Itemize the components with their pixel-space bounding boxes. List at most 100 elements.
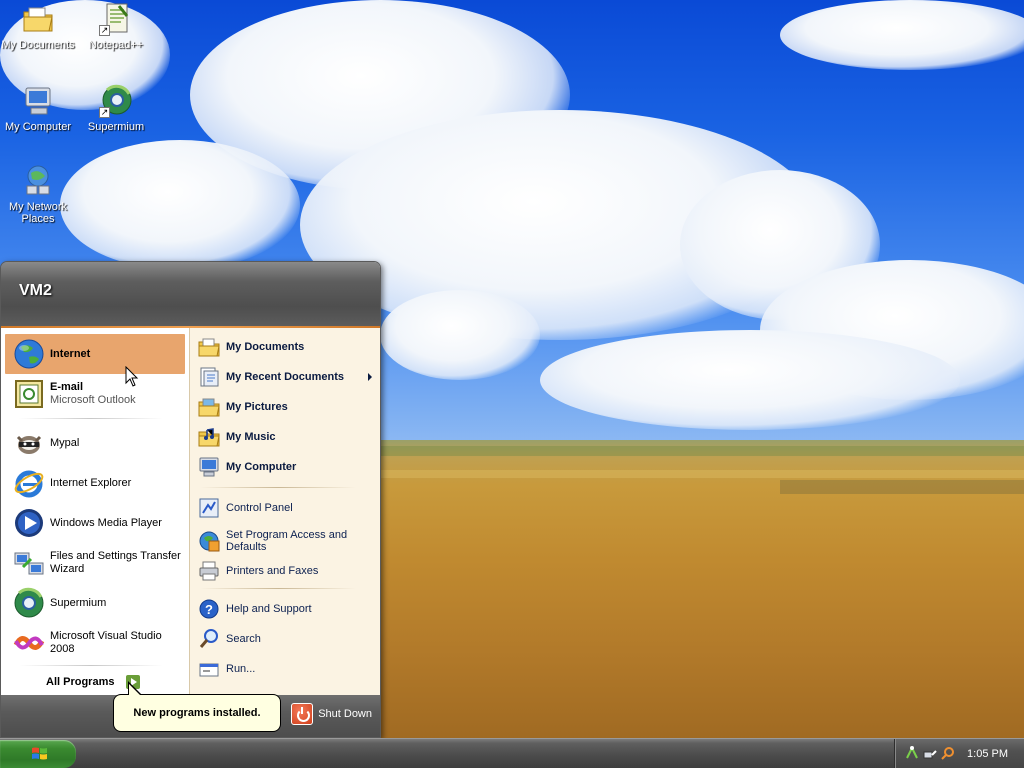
desktop-icon-supermium[interactable]: ↗ Supermium [78, 84, 154, 133]
supermium-icon: ↗ [99, 84, 133, 118]
place-label: Run... [226, 663, 256, 675]
music-folder-icon [198, 426, 220, 448]
all-programs-label: All Programs [46, 676, 115, 688]
internet-explorer-icon [13, 467, 45, 499]
desktop-icon-my-documents[interactable]: My Documents [0, 2, 76, 51]
start-item-label: E-mail [50, 381, 84, 393]
submenu-arrow-icon [368, 373, 372, 381]
desktop-icon-label: Notepad++ [88, 39, 144, 51]
taskbar: 1:05 PM [0, 738, 1024, 768]
wallpaper-field-stripe [780, 480, 1024, 494]
run-icon [198, 658, 220, 680]
start-item-visual-studio[interactable]: Microsoft Visual Studio 2008 [5, 623, 185, 663]
start-item-label: Internet [50, 347, 91, 360]
internet-globe-icon [13, 338, 45, 370]
help-icon: ? [198, 598, 220, 620]
visual-studio-icon [13, 627, 45, 659]
place-label: My Documents [226, 341, 305, 353]
place-label: My Pictures [226, 401, 288, 413]
desktop-icon-label: Supermium [87, 121, 145, 133]
folder-icon [198, 336, 220, 358]
computer-icon [198, 456, 220, 478]
start-place-printers[interactable]: Printers and Faxes [190, 559, 380, 583]
start-item-label: Files and Settings Transfer Wizard [50, 550, 181, 575]
place-label: Search [226, 633, 261, 645]
start-item-label: Internet Explorer [50, 476, 132, 489]
start-place-my-pictures[interactable]: My Pictures [190, 392, 380, 422]
start-place-my-computer[interactable]: My Computer [190, 452, 380, 482]
network-icon[interactable] [905, 745, 919, 760]
new-programs-balloon[interactable]: New programs installed. [113, 694, 281, 732]
start-menu: VM2 Internet E-mail Microsoft Outlook My… [0, 261, 381, 738]
wallpaper-cloud [380, 290, 540, 380]
place-label: Control Panel [226, 502, 293, 514]
svg-text:?: ? [205, 602, 213, 617]
start-item-label: Supermium [50, 596, 107, 609]
search-tray-icon[interactable] [941, 746, 955, 760]
my-computer-icon [21, 84, 55, 118]
place-label: Help and Support [226, 603, 312, 615]
connection-icon[interactable] [923, 746, 937, 760]
start-menu-body: Internet E-mail Microsoft Outlook Mypal [1, 328, 380, 698]
desktop-icon-notepad-plus-plus[interactable]: ↗ Notepad++ [78, 2, 154, 51]
start-place-recent-documents[interactable]: My Recent Documents [190, 362, 380, 392]
desktop-icon-label: My Documents [1, 39, 75, 51]
user-name: VM2 [19, 282, 52, 299]
start-place-my-documents[interactable]: My Documents [190, 332, 380, 362]
separator [200, 588, 356, 589]
start-place-help[interactable]: ? Help and Support [190, 594, 380, 624]
start-item-label: Windows Media Player [50, 516, 162, 529]
system-tray: 1:05 PM [894, 739, 1024, 768]
printer-icon [198, 560, 220, 582]
shortcut-arrow-icon: ↗ [99, 107, 110, 118]
start-item-transfer-wizard[interactable]: Files and Settings Transfer Wizard [5, 543, 185, 583]
shortcut-arrow-icon: ↗ [99, 25, 110, 36]
place-label: My Music [226, 431, 276, 443]
separator [200, 487, 356, 488]
mypal-icon [13, 427, 45, 459]
start-item-internet-explorer[interactable]: Internet Explorer [5, 463, 185, 503]
control-panel-icon [198, 497, 220, 519]
start-place-search[interactable]: Search [190, 624, 380, 654]
transfer-wizard-icon [13, 547, 45, 579]
start-item-sublabel: Microsoft Outlook [50, 394, 136, 406]
start-place-run[interactable]: Run... [190, 654, 380, 684]
network-places-icon [21, 164, 55, 198]
recent-docs-icon [198, 366, 220, 388]
place-label: My Computer [226, 461, 297, 473]
start-item-media-player[interactable]: Windows Media Player [5, 503, 185, 543]
notepad-plus-plus-icon: ↗ [99, 2, 133, 36]
desktop-icon-network-places[interactable]: My Network Places [0, 164, 76, 225]
supermium-icon [13, 587, 45, 619]
power-icon [291, 703, 314, 725]
desktop-icon-my-computer[interactable]: My Computer [0, 84, 76, 133]
shut-down-button[interactable]: Shut Down [291, 703, 372, 725]
start-item-email[interactable]: E-mail Microsoft Outlook [5, 374, 185, 414]
balloon-text: New programs installed. [133, 707, 261, 719]
place-label: My Recent Documents [226, 371, 344, 383]
my-documents-icon [21, 2, 55, 36]
taskbar-clock[interactable]: 1:05 PM [967, 748, 1008, 760]
start-item-internet[interactable]: Internet [5, 334, 185, 374]
start-place-program-access[interactable]: Set Program Access and Defaults [190, 523, 380, 559]
wallpaper-cloud [60, 140, 300, 270]
wallpaper-cloud [540, 330, 960, 430]
wallpaper-field-stripe [380, 446, 1024, 456]
start-place-my-music[interactable]: My Music [190, 422, 380, 452]
place-label: Printers and Faxes [226, 565, 319, 577]
search-icon [198, 628, 220, 650]
separator [19, 418, 163, 419]
start-place-control-panel[interactable]: Control Panel [190, 493, 380, 523]
desktop-icon-label: My Network Places [8, 201, 68, 225]
start-button[interactable] [0, 740, 76, 768]
start-item-supermium[interactable]: Supermium [5, 583, 185, 623]
start-item-mypal[interactable]: Mypal [5, 423, 185, 463]
shut-down-label: Shut Down [318, 708, 372, 720]
wallpaper-cloud [780, 0, 1024, 70]
start-item-label: Mypal [50, 436, 80, 449]
balloon-tail-fill [129, 684, 141, 696]
desktop-icon-label: My Computer [4, 121, 72, 133]
place-label: Set Program Access and Defaults [226, 529, 348, 553]
wallpaper-field-stripe [380, 470, 1024, 478]
mouse-cursor-icon [125, 365, 139, 388]
